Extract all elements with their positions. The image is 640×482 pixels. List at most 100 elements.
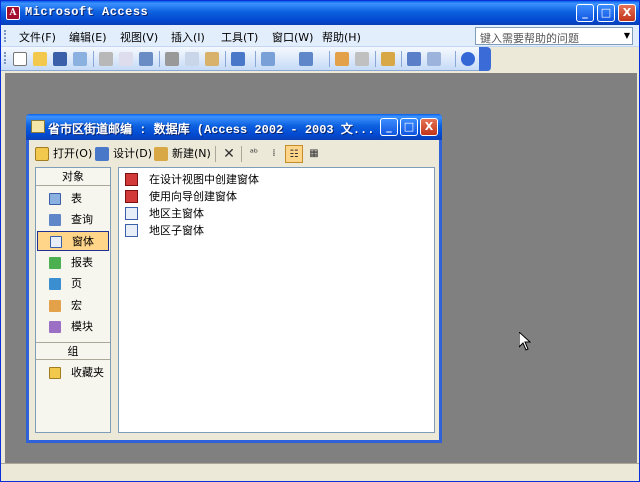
list-item[interactable]: 地区主窗体 bbox=[125, 205, 204, 222]
new-object-icon[interactable] bbox=[427, 52, 441, 66]
new-button[interactable]: 新建(N) bbox=[154, 145, 211, 163]
db-close-button[interactable]: X bbox=[420, 118, 438, 136]
list-item[interactable]: 使用向导创建窗体 bbox=[125, 188, 237, 205]
toolbar-separator bbox=[329, 51, 330, 67]
office-links-icon[interactable] bbox=[261, 52, 275, 66]
menu-tools[interactable]: 工具(T) bbox=[221, 29, 258, 45]
object-label: 报表 bbox=[71, 256, 93, 269]
open-button-label: 打开(O) bbox=[53, 147, 93, 160]
help-search-placeholder: 键入需要帮助的问题 bbox=[480, 32, 579, 45]
database-window: 省市区街道邮编 : 数据库 (Access 2002 - 2003 文... _… bbox=[26, 114, 442, 443]
query-icon bbox=[49, 214, 61, 226]
help-icon[interactable] bbox=[461, 52, 475, 66]
list-view-icon[interactable]: ☷ bbox=[285, 145, 303, 163]
object-tables[interactable]: 表 bbox=[37, 189, 109, 209]
copy-icon[interactable] bbox=[185, 52, 199, 66]
menu-bar: 文件(F) 编辑(E) 视图(V) 插入(I) 工具(T) 窗口(W) 帮助(H… bbox=[1, 25, 639, 47]
menu-help[interactable]: 帮助(H) bbox=[322, 29, 361, 45]
database-toolbar: 打开(O) 设计(D) 新建(N) ✕ ᵃᵇ ⁞ ☷ ▦ bbox=[35, 143, 435, 165]
relationships-icon[interactable] bbox=[407, 52, 421, 66]
object-label: 查询 bbox=[71, 213, 93, 226]
list-item-label: 使用向导创建窗体 bbox=[149, 190, 237, 203]
spelling-icon[interactable] bbox=[139, 52, 153, 66]
favorites-folder-icon bbox=[49, 367, 61, 379]
list-item-label: 在设计视图中创建窗体 bbox=[149, 173, 259, 186]
design-form-icon bbox=[125, 173, 138, 186]
groups-header[interactable]: 组 bbox=[36, 342, 110, 360]
toolbar-separator bbox=[93, 51, 94, 67]
object-label: 模块 bbox=[71, 320, 93, 333]
chevron-down-icon[interactable]: ▼ bbox=[624, 31, 630, 40]
toolbar-options-icon[interactable] bbox=[479, 47, 491, 71]
report-icon bbox=[49, 257, 61, 269]
db-minimize-button[interactable]: _ bbox=[380, 118, 398, 136]
properties-icon[interactable] bbox=[381, 52, 395, 66]
wizard-form-icon bbox=[125, 190, 138, 203]
paste-icon[interactable] bbox=[205, 52, 219, 66]
database-window-title: 省市区街道邮编 : 数据库 (Access 2002 - 2003 文... bbox=[48, 123, 375, 137]
toolbar-separator bbox=[159, 51, 160, 67]
menu-insert[interactable]: 插入(I) bbox=[171, 29, 205, 45]
design-button-label: 设计(D) bbox=[113, 147, 153, 160]
large-icons-icon[interactable]: ᵃᵇ bbox=[245, 145, 263, 163]
list-item-label: 地区子窗体 bbox=[149, 224, 204, 237]
form-icon bbox=[125, 224, 138, 237]
group-favorites[interactable]: 收藏夹 bbox=[37, 363, 109, 383]
cut-icon[interactable] bbox=[165, 52, 179, 66]
print-icon[interactable] bbox=[99, 52, 113, 66]
list-item-label: 地区主窗体 bbox=[149, 207, 204, 220]
toolbar-grip[interactable] bbox=[4, 52, 6, 64]
toolbar-separator bbox=[241, 146, 242, 162]
script-editor-icon[interactable] bbox=[355, 52, 369, 66]
object-macros[interactable]: 宏 bbox=[37, 296, 109, 316]
maximize-button[interactable]: □ bbox=[597, 4, 615, 22]
menu-file[interactable]: 文件(F) bbox=[19, 29, 56, 45]
module-icon bbox=[49, 321, 61, 333]
group-label: 收藏夹 bbox=[71, 366, 104, 379]
details-view-icon[interactable]: ▦ bbox=[305, 145, 323, 163]
close-button[interactable]: X bbox=[618, 4, 636, 22]
objects-header[interactable]: 对象 bbox=[36, 168, 110, 186]
open-icon[interactable] bbox=[33, 52, 47, 66]
mouse-cursor-icon bbox=[519, 332, 531, 351]
toolbar-separator bbox=[455, 51, 456, 67]
open-button[interactable]: 打开(O) bbox=[35, 145, 92, 163]
toolbar-separator bbox=[255, 51, 256, 67]
database-window-titlebar[interactable]: 省市区街道邮编 : 数据库 (Access 2002 - 2003 文... _… bbox=[26, 114, 442, 140]
object-label: 表 bbox=[71, 192, 82, 205]
table-icon bbox=[49, 193, 61, 205]
print-preview-icon[interactable] bbox=[119, 52, 133, 66]
small-icons-icon[interactable]: ⁞ bbox=[265, 145, 283, 163]
list-item[interactable]: 地区子窗体 bbox=[125, 222, 204, 239]
new-icon[interactable] bbox=[13, 52, 27, 66]
object-label: 窗体 bbox=[72, 235, 94, 248]
form-icon bbox=[125, 207, 138, 220]
db-maximize-button[interactable]: □ bbox=[400, 118, 418, 136]
minimize-button[interactable]: _ bbox=[576, 4, 594, 22]
app-titlebar[interactable]: A Microsoft Access _ □ X bbox=[1, 1, 639, 25]
toolbar-separator bbox=[215, 146, 216, 162]
object-reports[interactable]: 报表 bbox=[37, 253, 109, 273]
delete-icon[interactable]: ✕ bbox=[220, 145, 238, 163]
app-title: Microsoft Access bbox=[25, 5, 149, 19]
menu-view[interactable]: 视图(V) bbox=[120, 29, 158, 45]
database-icon bbox=[31, 120, 45, 133]
file-search-icon[interactable] bbox=[73, 52, 87, 66]
analyze-icon[interactable] bbox=[299, 52, 313, 66]
menu-edit[interactable]: 编辑(E) bbox=[69, 29, 107, 45]
code-icon[interactable] bbox=[335, 52, 349, 66]
help-search-input[interactable]: 键入需要帮助的问题 ▼ bbox=[475, 27, 633, 45]
menu-grip[interactable] bbox=[4, 30, 6, 42]
save-icon[interactable] bbox=[53, 52, 67, 66]
status-bar bbox=[1, 463, 639, 481]
object-queries[interactable]: 查询 bbox=[37, 210, 109, 230]
undo-icon[interactable] bbox=[231, 52, 245, 66]
design-button[interactable]: 设计(D) bbox=[95, 145, 152, 163]
object-modules[interactable]: 模块 bbox=[37, 317, 109, 337]
object-forms[interactable]: 窗体 bbox=[37, 231, 109, 251]
menu-window[interactable]: 窗口(W) bbox=[272, 29, 313, 45]
object-pages[interactable]: 页 bbox=[37, 274, 109, 294]
objects-list: 在设计视图中创建窗体 使用向导创建窗体 地区主窗体 地区子窗体 bbox=[118, 167, 435, 433]
standard-toolbar bbox=[1, 47, 491, 71]
list-item[interactable]: 在设计视图中创建窗体 bbox=[125, 171, 259, 188]
